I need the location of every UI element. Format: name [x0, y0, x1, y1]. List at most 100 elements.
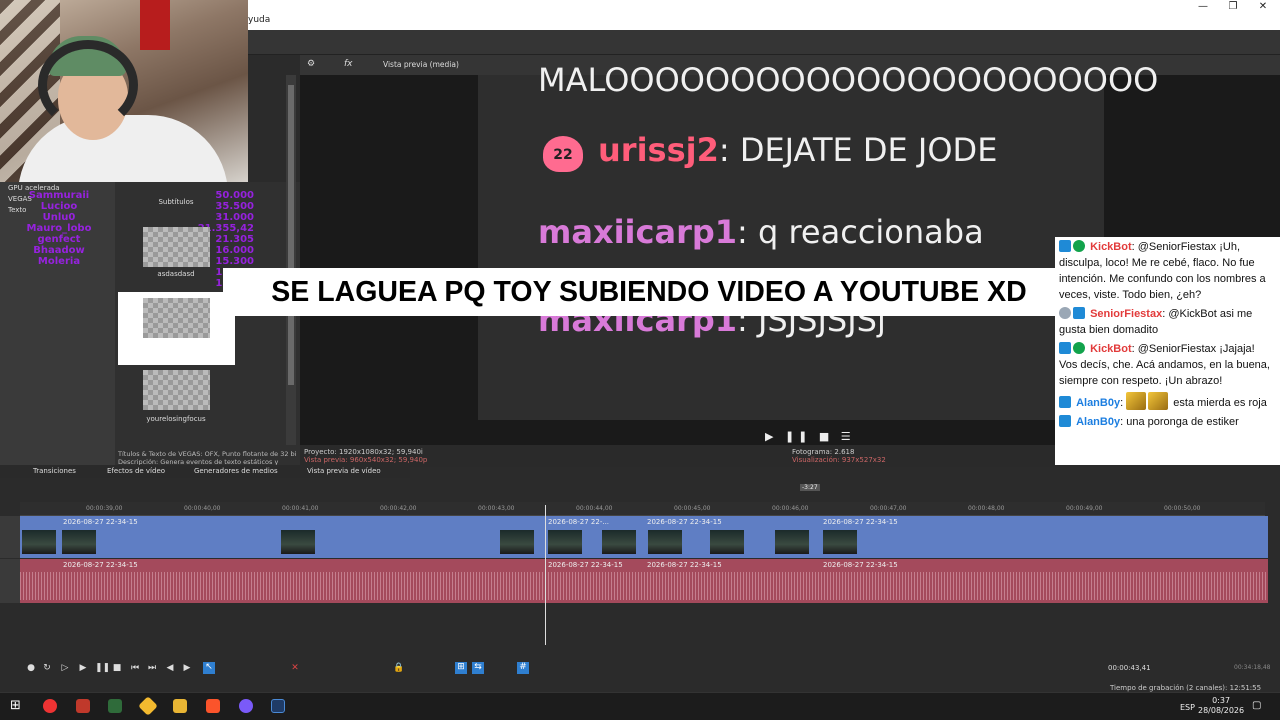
media-thumbnail [143, 298, 210, 338]
video-clip-name: 2026-08-27 22-... [548, 518, 610, 526]
headset [38, 40, 138, 130]
video-thumb [62, 530, 96, 554]
video-thumb [281, 530, 315, 554]
ruler-tick: 00:00:45,00 [674, 505, 711, 512]
kick-icon [1073, 307, 1085, 319]
kick-chat-overlay: KickBot: @SeniorFiestax ¡Uh, disculpa, l… [1055, 237, 1280, 465]
donor-name: Lucioo [40, 201, 78, 212]
donor-name: Sammuraii [28, 190, 90, 201]
emote-icon [1126, 392, 1147, 410]
tab-transitions[interactable]: Transiciones [33, 467, 76, 475]
discord-icon[interactable] [239, 699, 253, 713]
kick-icon [1059, 415, 1071, 427]
transport-bar [0, 660, 1280, 678]
fx-icon[interactable]: fx [344, 59, 353, 69]
kick-icon [1059, 396, 1071, 408]
obs-icon[interactable] [43, 699, 57, 713]
audio-waveform [20, 572, 1268, 600]
sub-badge-icon: 22 [543, 136, 583, 172]
language-indicator[interactable]: ESP [1180, 703, 1195, 712]
donor-name: Unlu0 [42, 212, 76, 223]
audio-clip-name: 2026-08-27 22-34-15 [823, 561, 898, 569]
close-button[interactable]: ✕ [1248, 1, 1278, 13]
play-icon[interactable]: ▶ [78, 663, 88, 673]
video-track-header[interactable] [0, 516, 20, 558]
donor-amount: 31.000 [215, 212, 254, 223]
play-from-start-icon[interactable]: ▷ [60, 663, 70, 673]
stop-icon[interactable]: ■ [112, 663, 122, 673]
video-thumb [602, 530, 636, 554]
restore-button[interactable]: ❐ [1218, 1, 1248, 13]
record-icon[interactable]: ● [26, 663, 36, 673]
media-thumbnail[interactable] [143, 227, 210, 267]
brave-icon[interactable] [206, 699, 220, 713]
ruler-tick: 00:00:47,00 [870, 505, 907, 512]
tab-video-fx[interactable]: Efectos de vídeo [107, 467, 165, 475]
system-clock[interactable]: 0:37 28/08/2026 [1198, 696, 1244, 716]
donor-name: Bhaadow [33, 245, 85, 256]
donor-name: Moleria [37, 256, 81, 267]
windows-start-icon[interactable]: ⊞ [10, 698, 21, 713]
explorer-scrollbar[interactable] [286, 75, 296, 445]
go-start-icon[interactable]: ⏮ [130, 663, 140, 673]
media-item-label: Subtítulos [158, 198, 194, 206]
preview-transport[interactable]: ▶ ❚❚ ■ ☰ [765, 430, 855, 443]
go-end-icon[interactable]: ⏭ [147, 663, 157, 673]
grid-icon[interactable]: # [517, 662, 529, 674]
toolbar-strip [248, 30, 1280, 55]
video-track[interactable] [20, 516, 1268, 558]
lock-icon[interactable]: 🔒 [393, 663, 404, 673]
ruler-tick: 00:00:39,00 [86, 505, 123, 512]
minimize-button[interactable]: — [1188, 1, 1218, 13]
video-clip-name: 2026-08-27 22-34-15 [823, 518, 898, 526]
video-frame: MALOOOOOOOOOOOOOOOOOOOOOO 22 urissj2: DE… [478, 61, 1158, 420]
stream-banner: SE LAGUEA PQ TOY SUBIENDO VIDEO A YOUTUB… [223, 268, 1075, 316]
settings-icon[interactable]: ⚙ [307, 59, 315, 69]
audio-clip-name: 2026-08-27 22-34-15 [548, 561, 623, 569]
media-thumbnail[interactable] [143, 370, 210, 410]
ruler-tick: 00:00:44,00 [576, 505, 613, 512]
chat-line: maxiicarp1: q reaccionaba [538, 213, 984, 251]
pause-icon[interactable]: ❚❚ [95, 663, 110, 673]
auto-ripple-icon[interactable]: ⇆ [472, 662, 484, 674]
media-item-label: yourelosingfocus [146, 415, 206, 423]
scrollbar-thumb[interactable] [288, 85, 294, 385]
webcam-overlay [0, 0, 248, 182]
selected-media-card[interactable] [118, 292, 235, 365]
delete-icon[interactable]: ✕ [290, 663, 300, 673]
preview-quality-dropdown[interactable]: Vista previa (media) [383, 60, 459, 69]
prev-frame-icon[interactable]: ◀ [165, 663, 175, 673]
menu-help[interactable]: yuda [248, 15, 270, 25]
tab-media-generators[interactable]: Generadores de medios [194, 467, 278, 475]
audio-clip-name: 2026-08-27 22-34-15 [647, 561, 722, 569]
donor-names-overlay: Sammuraii Lucioo Unlu0 Mauro_lobo genfec… [4, 190, 114, 267]
video-thumb [775, 530, 809, 554]
banner-text: SE LAGUEA PQ TOY SUBIENDO VIDEO A YOUTUB… [271, 276, 1027, 308]
media-item-label: asdasdasd [157, 270, 195, 278]
ruler-tick: 00:00:41,00 [282, 505, 319, 512]
emote-icon [1148, 392, 1169, 410]
ruler-tick: 00:00:50,00 [1164, 505, 1201, 512]
video-clip-name: 2026-08-27 22-34-15 [63, 518, 138, 526]
audio-track-header[interactable] [0, 559, 20, 603]
edit-tool-icon[interactable]: ↖ [203, 662, 215, 674]
app-icon[interactable] [76, 699, 90, 713]
playhead-cursor[interactable] [545, 505, 546, 645]
ruler-tick: 00:00:40,00 [184, 505, 221, 512]
snap-icon[interactable]: ⊞ [455, 662, 467, 674]
chat-message: SeniorFiestax: @KickBot asi me gusta bie… [1059, 307, 1253, 336]
verified-icon [1073, 240, 1085, 252]
folder-icon[interactable] [173, 699, 187, 713]
nvidia-icon[interactable] [108, 699, 122, 713]
chat-line: urissj2: DEJATE DE JODE [598, 131, 998, 169]
tab-video-preview[interactable]: Vista previa de vídeo [307, 467, 381, 475]
notification-icon[interactable]: ▢ [1252, 700, 1261, 711]
ruler-tick: 00:00:48,00 [968, 505, 1005, 512]
loop-icon[interactable]: ↻ [42, 663, 52, 673]
chat-message: AlanB0y: una poronga de estiker [1059, 414, 1276, 430]
next-frame-icon[interactable]: ▶ [182, 663, 192, 673]
ruler-tick: 00:00:49,00 [1066, 505, 1103, 512]
taskbar [0, 692, 1280, 720]
vegas-icon[interactable] [271, 699, 285, 713]
donor-name: Mauro_lobo [26, 223, 92, 234]
